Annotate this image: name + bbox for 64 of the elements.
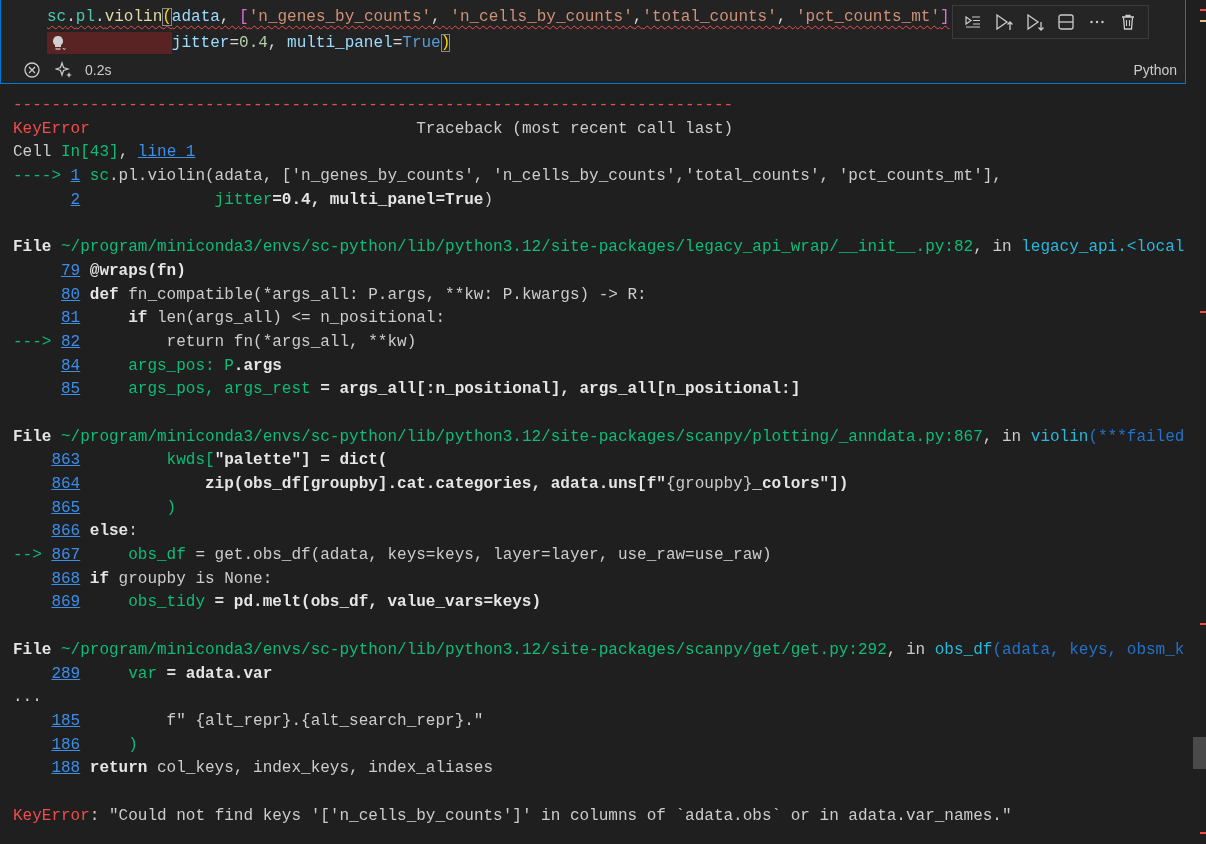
code-line: if len(args_all) <= n_positional: [127,308,446,330]
code-line: sc.pl.violin(adata, ['n_genes_by_counts', 'n_cells_by_counts','total_counts', 'pct_counts_mt'] [47,7,950,28]
line-number-link[interactable]: 81 [61,307,81,331]
line-number-link[interactable]: 82 [61,330,81,355]
line-number-link[interactable]: 85 [61,378,81,402]
code-line: obs_df = get.obs_df(adata, keys=keys, layer=layer, use_raw=use_raw) [127,545,772,567]
line-number-link[interactable]: 188 [51,757,81,781]
ruler-marker [1200,832,1206,834]
current-line-arrow: ---> [13,331,52,353]
current-line-arrow: --> [13,545,42,567]
code-line: ) [165,497,177,519]
line-number-link[interactable]: 289 [51,662,81,687]
code-line: f" {alt_repr}.{alt_search_repr}." [165,710,484,732]
code-line: jitter=0.4, multi_panel=True) [171,33,451,54]
line-number-link[interactable]: 186 [51,733,81,758]
line-number-link[interactable]: 185 [51,709,81,734]
line-number-link[interactable]: 867 [51,544,81,568]
code-line: obs_tidy = pd.melt(obs_df, value_vars=keys) [127,592,542,614]
line-number-link[interactable]: 1 [70,165,81,189]
line-link[interactable]: line 1 [137,143,196,162]
code-line: if groupby is None: [89,568,273,590]
code-line: else: [89,521,138,543]
code-line: @wraps(fn) [89,260,186,282]
code-line: ... [13,687,42,709]
error-message: KeyError: "Could not find keys '['n_cells_by_counts']' in columns of `adata.obs` or in adata.var_names." [13,805,1012,827]
line-number-link[interactable]: 2 [70,188,81,213]
line-number-link[interactable]: 866 [51,520,81,545]
line-number-link[interactable]: 84 [61,354,81,379]
code-line: def fn_compatible(*args_all: P.args, **kw: P.kwargs) -> R: [89,284,647,306]
line-number-link[interactable]: 864 [51,473,81,497]
current-line-arrow: ----> [13,166,61,188]
code-line: jitter=0.4, multi_panel=True) [213,189,494,211]
line-number-link[interactable]: 865 [51,496,81,521]
line-number-link[interactable]: 80 [61,283,81,308]
ruler-marker [1200,311,1206,313]
code-line: ) [127,734,138,756]
line-number-link[interactable]: 868 [51,567,81,592]
code-line: args_pos, args_rest = args_all[:n_positional], args_all[n_positional:] [127,379,801,401]
scrollbar-thumb[interactable] [1193,737,1206,769]
separator-line: --------------------------------------------------------------------------- [13,95,735,116]
ruler-marker [1200,9,1206,11]
code-line: kwds["palette"] = dict( [165,450,388,472]
code-line: zip(obs_df[groupby].cat.categories, adata.uns[f"{groupby}_colors"]) [204,474,849,495]
code-line: return col_keys, index_keys, index_aliases [89,758,494,780]
line-number-link[interactable]: 863 [51,449,81,473]
line-number-link[interactable]: 869 [51,591,81,616]
frame-location: File ~/program/miniconda3/envs/sc-python/lib/python3.12/site-packages/legacy_api_wrap/__init__.py:82, in legacy_api.<local [13,237,1185,259]
code-cell[interactable]: sc.pl.violin(adata, ['n_genes_by_counts', 'n_cells_by_counts','total_counts', 'pct_counts_mt'] jitter=0.4, multi_panel=True) 0.2s Python [0,0,1186,84]
traceback-title: Traceback (most recent call last) [416,118,734,140]
language-label[interactable]: Python [1133,62,1177,78]
code-line: sc.pl.violin(adata, ['n_genes_by_counts', 'n_cells_by_counts','total_counts', 'pct_counts_mt'], [89,166,1002,188]
code-line: return fn(*args_all, **kw) [165,331,417,353]
clear-output-icon[interactable] [23,61,41,79]
code-line: var = adata.var [127,663,273,685]
ruler-marker [1200,20,1206,22]
frame-location: File ~/program/miniconda3/envs/sc-python/lib/python3.12/site-packages/scanpy/get/get.py:292, in obs_df(adata, keys, obsm_k [13,639,1185,661]
frame-location: Cell In[43], line 1 [13,142,196,164]
code-line: args_pos: P.args [127,355,282,377]
error-type: KeyError [13,118,90,140]
frame-location: File ~/program/miniconda3/envs/sc-python/lib/python3.12/site-packages/scanpy/plotting/_anndata.py:867, in violin(***failed [13,426,1185,448]
execution-time: 0.2s [85,62,112,78]
line-number-link[interactable]: 79 [61,259,81,284]
sparkle-icon[interactable] [55,61,73,79]
ruler-marker [1200,623,1206,625]
